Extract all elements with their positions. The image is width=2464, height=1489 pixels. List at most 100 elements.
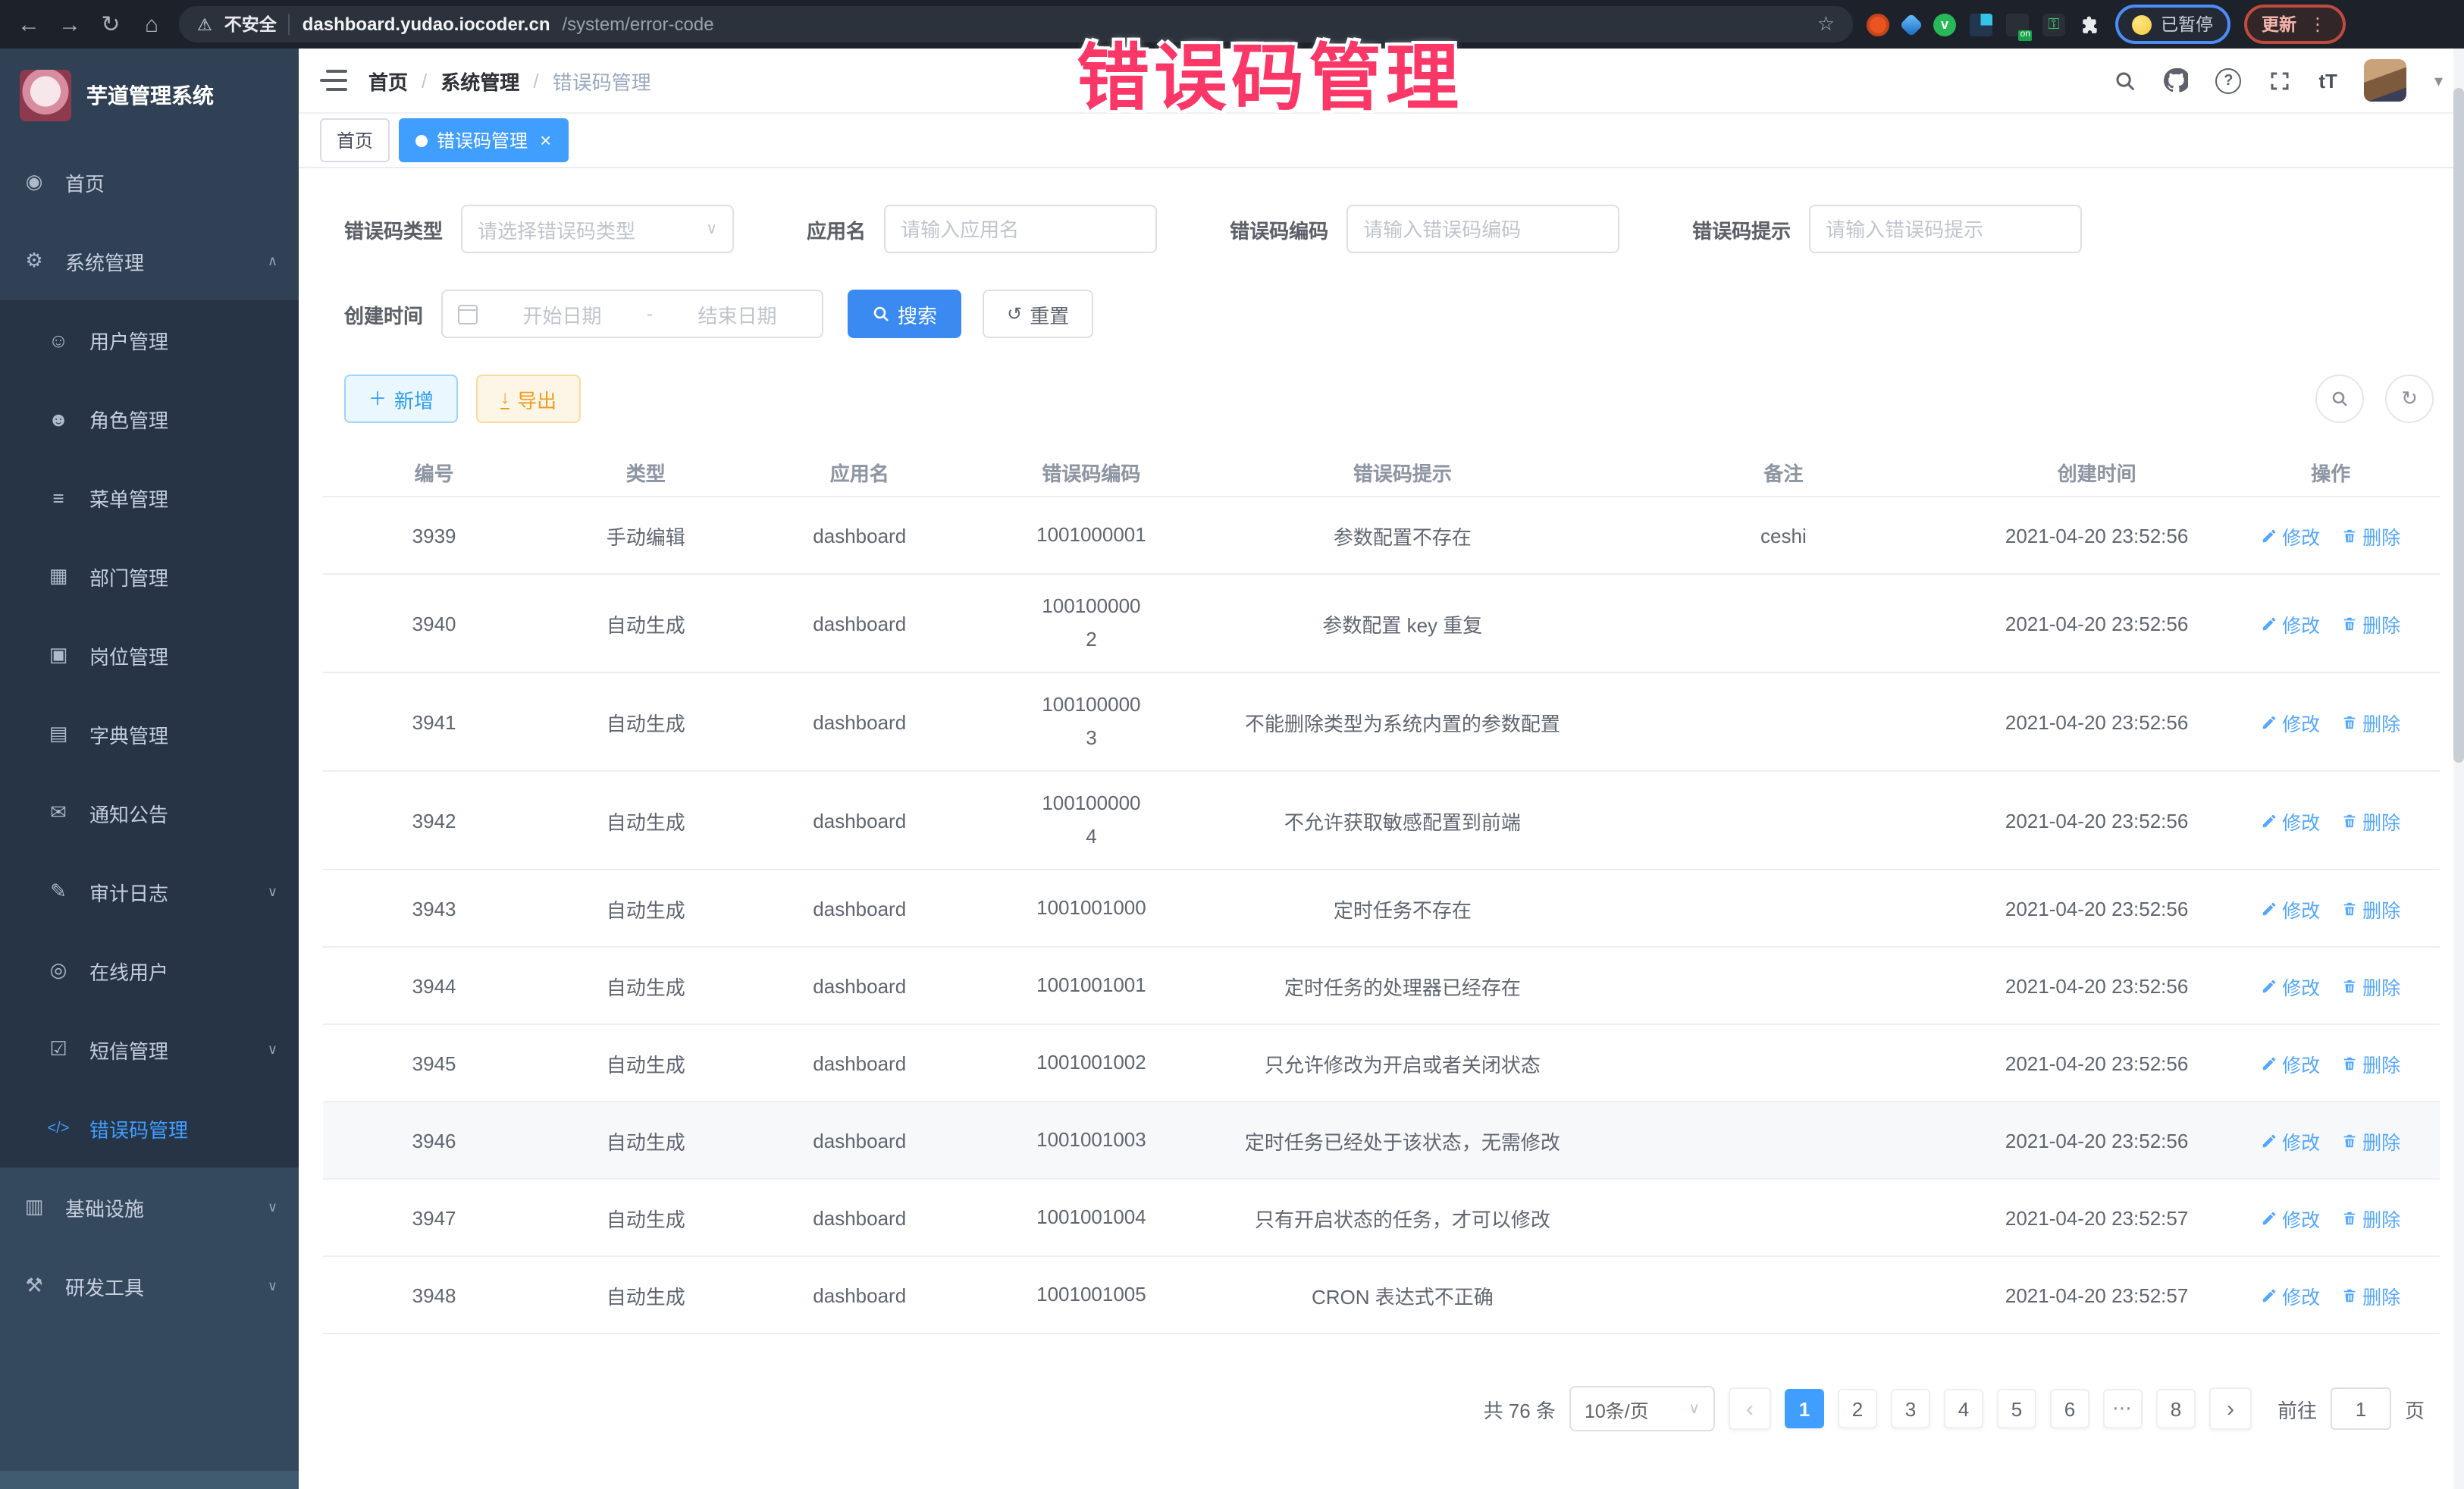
browser-update-button[interactable]: 更新 ⋮ xyxy=(2243,5,2345,44)
breadcrumb-separator: / xyxy=(533,69,538,92)
browser-profile-button[interactable]: 已暂停 xyxy=(2115,5,2230,44)
bookmark-star-icon[interactable]: ☆ xyxy=(1817,12,1835,36)
page-button[interactable]: 1 xyxy=(1785,1389,1824,1428)
goto-page-input[interactable] xyxy=(2331,1387,2391,1430)
sidebar-item-error-code-management[interactable]: </>错误码管理 xyxy=(0,1089,299,1168)
delete-link[interactable]: 删除 xyxy=(2341,806,2400,835)
delete-link[interactable]: 删除 xyxy=(2341,1203,2400,1232)
export-button[interactable]: ↓ 导出 xyxy=(476,375,581,423)
row-type: 自动生成 xyxy=(545,707,746,736)
sidebar-item-notice-management[interactable]: ✉通知公告 xyxy=(0,773,299,852)
ubuntu-extension-icon[interactable] xyxy=(1867,13,1889,36)
collapse-menu-icon[interactable] xyxy=(320,70,347,91)
edit-link[interactable]: 修改 xyxy=(2261,894,2320,923)
edit-link[interactable]: 修改 xyxy=(2261,521,2320,550)
address-bar[interactable]: ⚠ 不安全 dashboard.yudao.iocoder.cn/system/… xyxy=(179,6,1853,42)
edit-link[interactable]: 修改 xyxy=(2261,609,2320,638)
sidebar-item-post-management[interactable]: ▣岗位管理 xyxy=(0,616,299,694)
row-hint: 不能删除类型为系统内置的参数配置 xyxy=(1210,707,1595,736)
user-avatar[interactable] xyxy=(2365,59,2407,102)
page-button[interactable]: 3 xyxy=(1891,1389,1930,1428)
browser-back-icon[interactable]: ← xyxy=(15,11,42,37)
page-button[interactable]: 5 xyxy=(1997,1389,2036,1428)
next-page-button[interactable]: › xyxy=(2209,1387,2252,1430)
tab-error-code[interactable]: 错误码管理× xyxy=(399,118,568,162)
switch-on-extension-icon[interactable] xyxy=(2006,13,2029,36)
key-extension-icon[interactable]: ⚿ xyxy=(2042,13,2065,36)
row-hint: 参数配置不存在 xyxy=(1210,521,1595,550)
page-size-select[interactable]: 10条/页 ∨ xyxy=(1569,1386,1715,1431)
help-icon[interactable]: ? xyxy=(2215,67,2241,93)
extensions-puzzle-icon[interactable] xyxy=(2079,13,2102,36)
toggle-search-button[interactable] xyxy=(2315,375,2364,423)
sidebar-item-online-users[interactable]: ◎在线用户 xyxy=(0,931,299,1010)
scrollbar-thumb[interactable] xyxy=(2453,88,2464,763)
row-id: 3947 xyxy=(323,1206,545,1229)
search-icon[interactable] xyxy=(2114,69,2136,92)
refresh-table-button[interactable]: ↻ xyxy=(2385,375,2434,423)
chevron-down-icon: ∨ xyxy=(1688,1400,1700,1417)
sidebar-item-home[interactable]: ◉首页 xyxy=(0,143,299,221)
page-button[interactable]: 2 xyxy=(1838,1389,1877,1428)
edit-link[interactable]: 修改 xyxy=(2261,1281,2320,1309)
edit-link[interactable]: 修改 xyxy=(2261,1049,2320,1077)
browser-forward-icon[interactable]: → xyxy=(56,11,83,37)
sidebar-item-infrastructure[interactable]: ▥基础设施∨ xyxy=(0,1168,299,1246)
grid-extension-icon[interactable] xyxy=(1970,13,1992,36)
create-time-range-picker[interactable]: 开始日期 - 结束日期 xyxy=(441,290,823,338)
page-button[interactable]: 6 xyxy=(2050,1389,2089,1428)
sidebar-item-audit-log[interactable]: ✎审计日志∨ xyxy=(0,852,299,931)
edit-link[interactable]: 修改 xyxy=(2261,806,2320,835)
sidebar-item-role-management[interactable]: ☻角色管理 xyxy=(0,379,299,458)
gem-extension-icon[interactable] xyxy=(1899,12,1923,36)
breadcrumb-item[interactable]: 首页 xyxy=(368,66,408,95)
sidebar-item-dev-tools[interactable]: ⚒研发工具∨ xyxy=(0,1246,299,1325)
delete-link[interactable]: 删除 xyxy=(2341,1281,2400,1309)
delete-link[interactable]: 删除 xyxy=(2341,894,2400,923)
sidebar-item-label: 用户管理 xyxy=(89,325,168,354)
sidebar-item-menu-management[interactable]: ≡菜单管理 xyxy=(0,458,299,537)
tab-close-icon[interactable]: × xyxy=(540,130,551,150)
chevron-down-icon: ∨ xyxy=(268,1199,277,1215)
delete-link[interactable]: 删除 xyxy=(2341,1049,2400,1077)
browser-reload-icon[interactable]: ↻ xyxy=(97,11,124,38)
table-body: 3939手动编辑dashboard1001000001参数配置不存在ceshi2… xyxy=(323,497,2440,1334)
edit-link[interactable]: 修改 xyxy=(2261,971,2320,1000)
error-type-select[interactable]: 请选择错误码类型 ∨ xyxy=(461,205,734,253)
page-button[interactable]: 8 xyxy=(2156,1389,2196,1428)
delete-link[interactable]: 删除 xyxy=(2341,971,2400,1000)
delete-link[interactable]: 删除 xyxy=(2341,609,2400,638)
font-size-icon[interactable]: tT xyxy=(2318,69,2337,92)
sidebar-item-dict-management[interactable]: ▤字典管理 xyxy=(0,694,299,773)
search-button[interactable]: 搜索 xyxy=(848,290,961,338)
add-button[interactable]: ＋ 新增 xyxy=(344,375,458,423)
tab-home[interactable]: 首页 xyxy=(320,118,390,162)
browser-menu-kebab-icon[interactable]: ⋮ xyxy=(2309,14,2327,35)
page-more-button[interactable]: ⋯ xyxy=(2103,1389,2143,1428)
page-scrollbar[interactable] xyxy=(2453,49,2464,1489)
reset-button[interactable]: ↺ 重置 xyxy=(983,290,1093,338)
green-v-extension-icon[interactable]: v xyxy=(1933,13,1956,36)
sidebar-item-system-management[interactable]: ⚙系统管理∧ xyxy=(0,221,299,300)
browser-home-icon[interactable]: ⌂ xyxy=(138,11,165,37)
avatar-caret-down-icon[interactable]: ▾ xyxy=(2434,71,2443,90)
delete-link[interactable]: 删除 xyxy=(2341,1126,2400,1155)
github-icon[interactable] xyxy=(2164,68,2188,92)
error-code-input[interactable] xyxy=(1346,205,1619,253)
sidebar-item-user-management[interactable]: ☺用户管理 xyxy=(0,300,299,379)
row-type: 自动生成 xyxy=(545,609,746,638)
edit-link[interactable]: 修改 xyxy=(2261,707,2320,736)
app-name-input[interactable] xyxy=(884,205,1157,253)
edit-link[interactable]: 修改 xyxy=(2261,1126,2320,1155)
sidebar-item-dept-management[interactable]: ▦部门管理 xyxy=(0,537,299,616)
fullscreen-icon[interactable] xyxy=(2268,69,2291,92)
sidebar-item-sms-management[interactable]: ☑短信管理∨ xyxy=(0,1010,299,1089)
edit-link[interactable]: 修改 xyxy=(2261,1203,2320,1232)
delete-link[interactable]: 删除 xyxy=(2341,707,2400,736)
error-hint-input[interactable] xyxy=(1809,205,2082,253)
prev-page-button[interactable]: ‹ xyxy=(1729,1387,1771,1430)
app-logo-area[interactable]: 芋道管理系统 xyxy=(0,49,299,143)
page-button[interactable]: 4 xyxy=(1944,1389,1983,1428)
delete-link[interactable]: 删除 xyxy=(2341,521,2400,550)
breadcrumb-item[interactable]: 系统管理 xyxy=(440,66,519,95)
